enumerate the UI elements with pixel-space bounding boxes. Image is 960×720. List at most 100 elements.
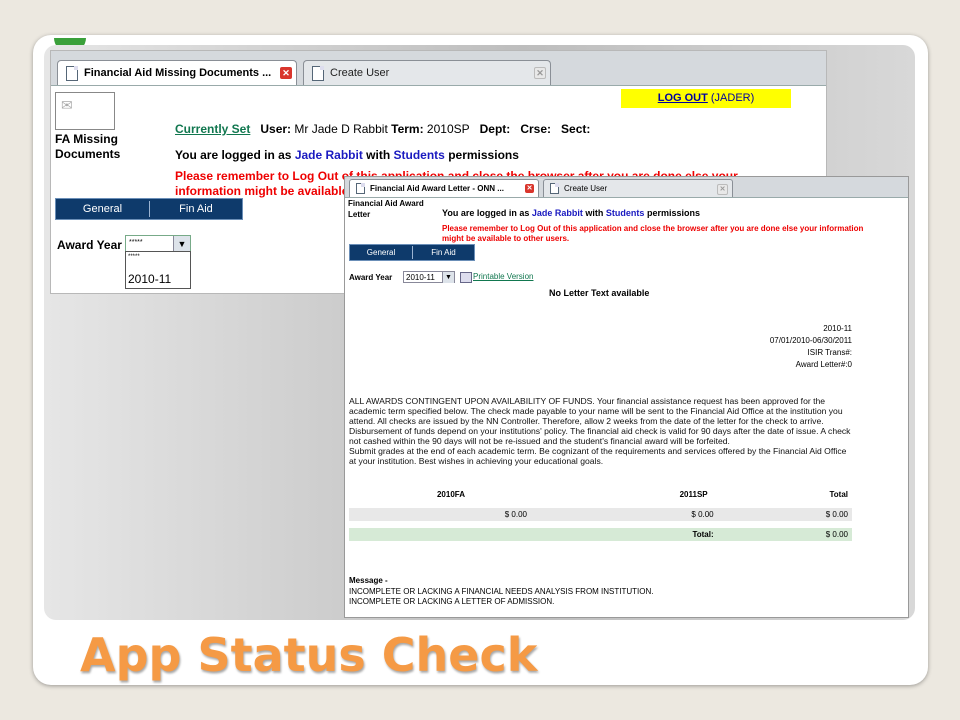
term-value: 2010SP bbox=[426, 122, 470, 136]
close-icon[interactable]: ✕ bbox=[717, 184, 728, 195]
page-icon bbox=[312, 66, 324, 81]
sect-label: Sect: bbox=[561, 122, 591, 136]
page-icon bbox=[356, 183, 365, 194]
currently-set-link[interactable]: Currently Set bbox=[175, 122, 250, 136]
total-row: Total: $ 0.00 bbox=[349, 528, 852, 541]
tab-missing-documents[interactable]: Financial Aid Missing Documents ... ✕ bbox=[57, 60, 297, 85]
logout-user: (JADER) bbox=[710, 92, 755, 104]
award-letter-window: Financial Aid Award Letter - ONN ... ✕ C… bbox=[344, 176, 909, 618]
tab-award-letter[interactable]: Financial Aid Award Letter - ONN ... ✕ bbox=[349, 179, 539, 197]
award-dates: 07/01/2010-06/30/2011 bbox=[769, 336, 852, 345]
nav-bar: General Fin Aid bbox=[349, 244, 475, 261]
dept-label: Dept: bbox=[479, 122, 511, 136]
message-item: INCOMPLETE OR LACKING A LETTER OF ADMISS… bbox=[349, 597, 555, 606]
app-logo: ✉ bbox=[55, 92, 115, 130]
login-suffix: permissions bbox=[448, 148, 519, 162]
table-cell: $ 0.00 bbox=[717, 508, 852, 521]
close-icon[interactable]: ✕ bbox=[534, 67, 546, 79]
spacer-row bbox=[349, 521, 852, 528]
award-letter-body: ALL AWARDS CONTINGENT UPON AVAILABILITY … bbox=[349, 396, 854, 466]
no-letter-text: No Letter Text available bbox=[549, 288, 650, 298]
page-title: Financial Aid Award Letter bbox=[348, 199, 424, 219]
tab-bar: Financial Aid Missing Documents ... ✕ Cr… bbox=[51, 51, 826, 86]
selected-value: ***** bbox=[129, 239, 143, 246]
login-role: Students bbox=[605, 208, 645, 218]
column-header: Total bbox=[829, 490, 848, 499]
tab-label: Create User bbox=[330, 67, 390, 79]
table-cell bbox=[349, 501, 852, 508]
selected-value: 2010-11 bbox=[406, 273, 435, 282]
printable-version-link[interactable]: Printable Version bbox=[473, 272, 533, 281]
login-name: Jade Rabbit bbox=[531, 208, 583, 218]
table-cell bbox=[371, 528, 531, 541]
table-cell: $ 0.00 bbox=[531, 508, 718, 521]
column-header: 2011SP bbox=[679, 490, 708, 499]
context-line: Currently Set User: Mr Jade D Rabbit Ter… bbox=[175, 122, 590, 136]
award-year-label: Award Year bbox=[349, 273, 393, 282]
table-cell bbox=[349, 521, 852, 528]
logout-link[interactable]: LOG OUT bbox=[658, 92, 708, 104]
tab-label: Financial Aid Missing Documents ... bbox=[84, 67, 272, 79]
table-row: $ 0.00 $ 0.00 $ 0.00 bbox=[349, 508, 852, 521]
tab-label: Create User bbox=[564, 184, 608, 193]
nav-fin-aid[interactable]: Fin Aid bbox=[413, 245, 474, 260]
login-status: You are logged in as Jade Rabbit with St… bbox=[442, 208, 700, 218]
tab-label: Financial Aid Award Letter - ONN ... bbox=[370, 184, 504, 193]
award-info: 2010-11 07/01/2010-06/30/2011 ISIR Trans… bbox=[770, 323, 852, 371]
login-prefix: You are logged in as bbox=[175, 148, 292, 162]
table-cell bbox=[349, 528, 371, 541]
login-mid: with bbox=[585, 208, 604, 218]
table-cell bbox=[349, 488, 371, 501]
login-suffix: permissions bbox=[646, 208, 700, 218]
slide-title: App Status Check bbox=[80, 628, 538, 682]
message-item: INCOMPLETE OR LACKING A FINANCIAL NEEDS … bbox=[349, 586, 654, 596]
broken-image-icon: ✉ bbox=[61, 97, 73, 113]
table-cell: $ 0.00 bbox=[371, 508, 531, 521]
spacer-row bbox=[349, 501, 852, 508]
column-header: 2010FA bbox=[436, 490, 466, 499]
nav-general[interactable]: General bbox=[350, 245, 412, 260]
logout-banner: LOG OUT (JADER) bbox=[621, 89, 791, 108]
award-year-select[interactable]: 2010-11 ▼ bbox=[403, 271, 455, 283]
award-letter-number: Award Letter#:0 bbox=[795, 360, 852, 369]
messages: Message - INCOMPLETE OR LACKING A FINANC… bbox=[349, 576, 654, 608]
user-value: Mr Jade D Rabbit bbox=[294, 122, 388, 136]
logout-warning: Please remember to Log Out of this appli… bbox=[442, 224, 864, 243]
message-label: Message - bbox=[349, 576, 388, 585]
printer-icon[interactable] bbox=[460, 272, 472, 283]
page-icon bbox=[550, 183, 559, 194]
chevron-down-icon[interactable]: ▼ bbox=[442, 272, 454, 283]
table-header-row: 2010FA 2011SP Total bbox=[349, 488, 852, 501]
login-role: Students bbox=[393, 148, 445, 162]
close-icon[interactable]: ✕ bbox=[525, 184, 534, 193]
award-year-dropdown: ***** 2010-11 bbox=[125, 251, 191, 289]
tab-bar: Financial Aid Award Letter - ONN ... ✕ C… bbox=[345, 177, 908, 198]
close-icon[interactable]: ✕ bbox=[280, 67, 292, 79]
term-label: Term: bbox=[391, 122, 424, 136]
paragraph: Submit grades at the end of each academi… bbox=[349, 446, 847, 466]
isir-trans: ISIR Trans#: bbox=[807, 348, 852, 357]
tab-create-user[interactable]: Create User ✕ bbox=[543, 179, 733, 197]
chevron-down-icon[interactable]: ▼ bbox=[173, 236, 190, 252]
award-year: 2010-11 bbox=[823, 324, 852, 333]
page-title: FA Missing Documents bbox=[55, 132, 121, 161]
login-mid: with bbox=[366, 148, 391, 162]
login-prefix: You are logged in as bbox=[442, 208, 530, 218]
nav-general[interactable]: General bbox=[56, 199, 149, 219]
user-label: User: bbox=[260, 122, 292, 136]
table-cell bbox=[349, 508, 371, 521]
dropdown-option[interactable]: ***** bbox=[126, 252, 190, 262]
nav-bar: General Fin Aid bbox=[55, 198, 243, 220]
award-year-label: Award Year bbox=[57, 238, 122, 252]
awards-table: 2010FA 2011SP Total $ 0.00 $ 0.00 $ 0.00… bbox=[349, 488, 852, 541]
total-label: Total: bbox=[531, 528, 718, 541]
nav-fin-aid[interactable]: Fin Aid bbox=[150, 199, 242, 219]
dropdown-option[interactable]: 2010-11 bbox=[126, 270, 173, 288]
paragraph: ALL AWARDS CONTINGENT UPON AVAILABILITY … bbox=[349, 396, 851, 446]
total-value: $ 0.00 bbox=[717, 528, 852, 541]
crse-label: Crse: bbox=[520, 122, 552, 136]
tab-create-user[interactable]: Create User ✕ bbox=[303, 60, 551, 85]
page-icon bbox=[66, 66, 78, 81]
login-name: Jade Rabbit bbox=[294, 148, 363, 162]
login-status: You are logged in as Jade Rabbit with St… bbox=[175, 148, 519, 162]
